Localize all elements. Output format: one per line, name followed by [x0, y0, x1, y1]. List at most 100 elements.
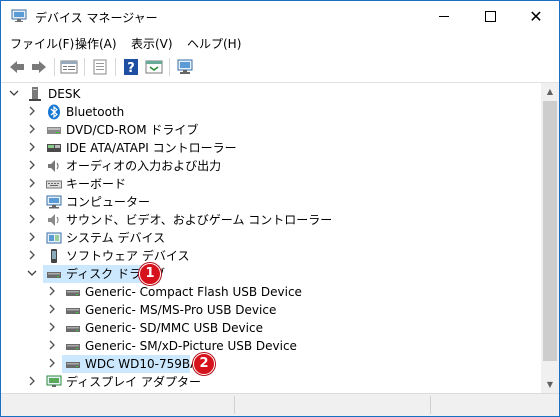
chevron-right-icon[interactable] [27, 178, 37, 188]
drive-device-icon [66, 344, 80, 350]
computer-root-icon [29, 87, 41, 101]
chevron-right-icon[interactable] [47, 322, 57, 332]
status-cell [430, 396, 559, 414]
drive-device-icon [66, 290, 80, 296]
scroll-thumb[interactable] [543, 101, 557, 361]
device-manager-window: デバイス マネージャー ✕ ファイル(F) 操作(A) 表示(V) ヘルプ(H) [0, 0, 560, 417]
tree-item-label: サウンド、ビデオ、およびゲーム コントローラー [66, 213, 333, 227]
root-label: DESK [48, 87, 81, 101]
keyboard-icon [46, 180, 62, 189]
sound-icon [48, 214, 59, 226]
tree-item-label: Bluetooth [66, 105, 125, 119]
maximize-icon [484, 11, 496, 22]
menu-view[interactable]: 表示(V) [131, 35, 173, 52]
display-adapter-icon [46, 375, 62, 387]
tree-item-disk-child[interactable]: Generic- SM/xD-Picture USB Device [1, 337, 541, 355]
tree-item-label: コンピューター [66, 195, 151, 209]
minimize-icon [439, 16, 449, 17]
toolbar-separator [54, 58, 55, 76]
tree-item-label: システム デバイス [66, 231, 166, 245]
chevron-right-icon[interactable] [27, 124, 37, 134]
step-badge-2: 2 [193, 353, 215, 375]
properties-icon[interactable] [59, 58, 79, 76]
document-icon[interactable] [90, 58, 110, 76]
chevron-right-icon[interactable] [27, 142, 37, 152]
monitor-scan-icon[interactable] [175, 58, 195, 76]
toolbar-separator [169, 58, 170, 76]
window-title: デバイス マネージャー [35, 11, 158, 25]
disk-drive-icon [47, 272, 61, 278]
chevron-right-icon[interactable] [27, 250, 37, 260]
tree-item-computer[interactable]: コンピューター [1, 193, 541, 211]
tree-item-label: Generic- SD/MMC USB Device [85, 321, 263, 335]
tree-item-label: ソフトウェア デバイス [66, 249, 190, 263]
tree-item-display-adapters[interactable]: ディスプレイ アダプター [1, 373, 541, 391]
chevron-right-icon[interactable] [27, 376, 37, 386]
toolbar-separator [115, 58, 116, 76]
minimize-button[interactable] [421, 1, 467, 32]
chevron-right-icon[interactable] [27, 196, 37, 206]
drive-device-icon [66, 326, 80, 332]
scroll-up-icon[interactable]: ▲ [541, 83, 559, 100]
toolbar-separator [84, 58, 85, 76]
tree-item-wdc-drive[interactable]: WDC WD10-759BA1 2 [1, 353, 541, 375]
chevron-right-icon[interactable] [27, 160, 37, 170]
tree-item-sound-video[interactable]: サウンド、ビデオ、およびゲーム コントローラー [1, 211, 541, 229]
tree-item-label: Generic- SM/xD-Picture USB Device [85, 339, 297, 353]
scroll-down-icon[interactable]: ▼ [541, 376, 559, 393]
tree-item-label: Generic- MS/MS-Pro USB Device [85, 303, 277, 317]
tree-item-disk-child[interactable]: Generic- MS/MS-Pro USB Device [1, 301, 541, 319]
ide-controller-icon [47, 144, 61, 152]
chevron-right-icon[interactable] [47, 286, 57, 296]
chevron-right-icon[interactable] [47, 304, 57, 314]
tree-item-label: WDC WD10-759BA1 [85, 357, 206, 371]
status-cell [234, 396, 430, 414]
title-bar[interactable]: デバイス マネージャー ✕ [1, 1, 559, 32]
dvd-icon [47, 127, 61, 134]
software-device-icon [51, 249, 57, 263]
tree-item-system-devices[interactable]: システム デバイス [1, 229, 541, 247]
close-button[interactable]: ✕ [513, 1, 559, 32]
bluetooth-icon [48, 104, 60, 120]
chevron-right-icon[interactable] [27, 214, 37, 224]
tree-item-label: ディスプレイ アダプター [66, 375, 201, 389]
tree-item-label: IDE ATA/ATAPI コントローラー [66, 141, 237, 155]
toolbar: ? [1, 53, 559, 83]
tree-item-ide[interactable]: IDE ATA/ATAPI コントローラー [1, 139, 541, 157]
menu-bar: ファイル(F) 操作(A) 表示(V) ヘルプ(H) [1, 32, 559, 53]
tree-item-label: Generic- Compact Flash USB Device [85, 285, 302, 299]
help-icon[interactable]: ? [121, 58, 141, 76]
chevron-down-icon[interactable] [9, 88, 19, 98]
view-icon[interactable] [144, 58, 164, 76]
device-tree[interactable]: DESK Bluetooth DVD/CD-ROM ドライブ IDE ATA/A… [1, 83, 541, 393]
status-bar [1, 393, 559, 416]
tree-item-audio-io[interactable]: オーディオの入力および出力 [1, 157, 541, 175]
tree-item-software-devices[interactable]: ソフトウェア デバイス [1, 247, 541, 265]
tree-item-disk-child[interactable]: Generic- Compact Flash USB Device [1, 283, 541, 301]
menu-help[interactable]: ヘルプ(H) [187, 35, 241, 52]
back-arrow-icon[interactable] [7, 58, 27, 76]
maximize-button[interactable] [467, 1, 513, 32]
menu-action[interactable]: 操作(A) [75, 35, 117, 52]
chevron-right-icon[interactable] [27, 232, 37, 242]
tree-item-disk-child[interactable]: Generic- SD/MMC USB Device [1, 319, 541, 337]
tree-item-disk-drives[interactable]: ディスク ドライブ 1 [1, 263, 541, 285]
tree-item-dvd[interactable]: DVD/CD-ROM ドライブ [1, 121, 541, 139]
device-manager-app-icon [11, 9, 27, 22]
menu-file[interactable]: ファイル(F) [10, 35, 74, 52]
forward-arrow-icon[interactable] [29, 58, 49, 76]
tree-item-bluetooth[interactable]: Bluetooth [1, 103, 541, 121]
chevron-right-icon[interactable] [47, 358, 57, 368]
tree-root[interactable]: DESK [1, 85, 541, 103]
chevron-right-icon[interactable] [27, 106, 37, 116]
drive-device-icon [66, 308, 80, 314]
speaker-icon [48, 160, 59, 172]
svg-text:?: ? [127, 61, 135, 76]
drive-device-icon [66, 362, 80, 368]
tree-item-label: オーディオの入力および出力 [66, 159, 222, 173]
tree-item-keyboard[interactable]: キーボード [1, 175, 541, 193]
chevron-down-icon[interactable] [27, 268, 37, 278]
chevron-right-icon[interactable] [47, 340, 57, 350]
vertical-scrollbar[interactable]: ▲ ▼ [541, 83, 559, 393]
step-badge-1: 1 [139, 263, 161, 285]
